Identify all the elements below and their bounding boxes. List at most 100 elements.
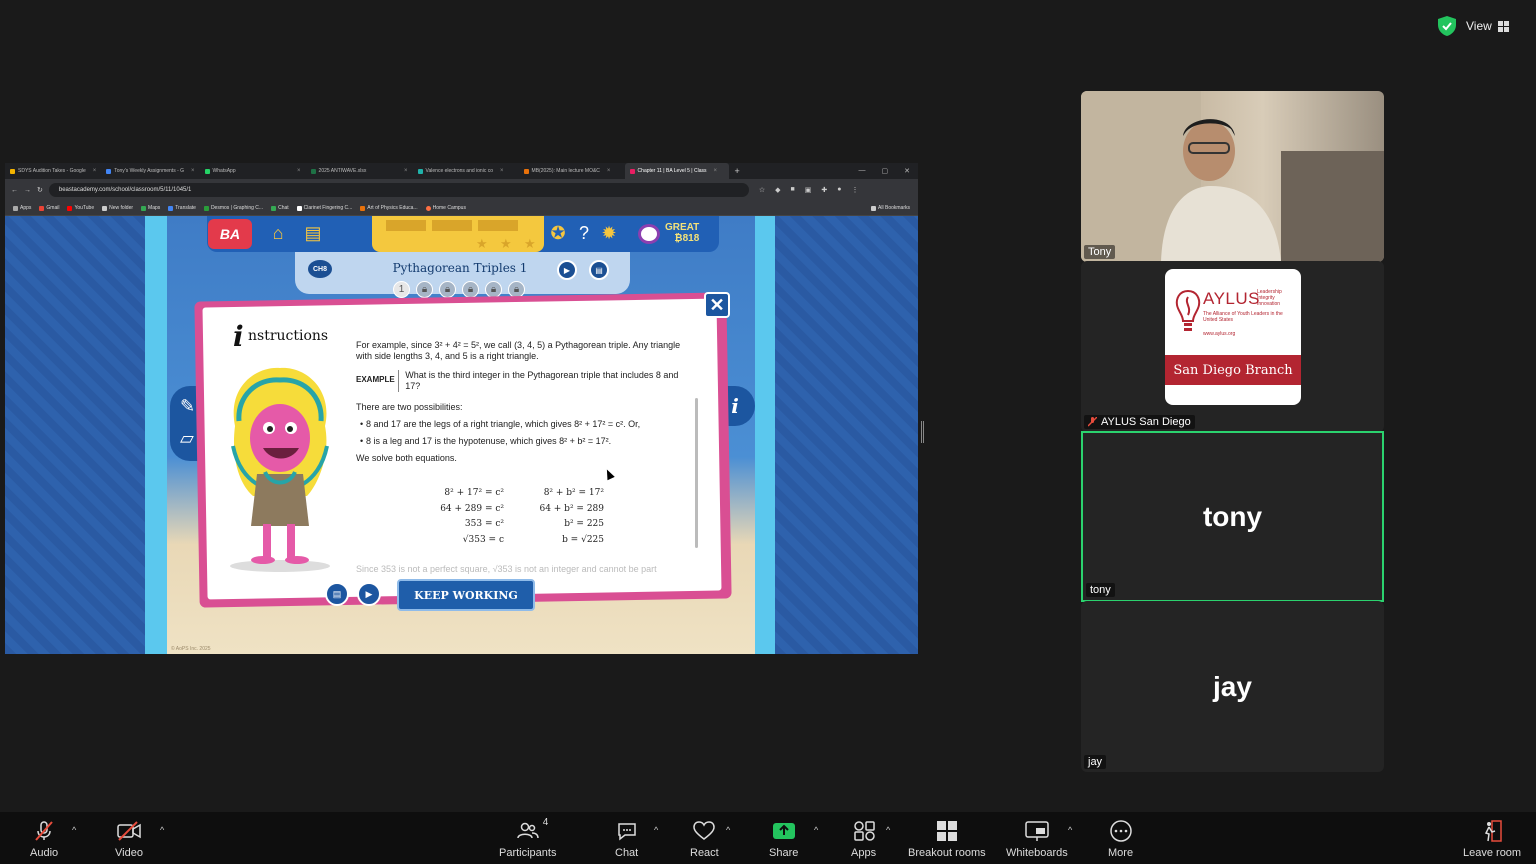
play-icon[interactable]: ▶: [557, 260, 577, 280]
example-text: What is the third integer in the Pythago…: [405, 370, 679, 391]
new-tab-icon[interactable]: +: [735, 166, 740, 176]
chevron-up-icon[interactable]: ^: [886, 825, 890, 835]
bookmark[interactable]: Home Campus: [425, 205, 466, 211]
chevron-up-icon[interactable]: ^: [1068, 825, 1072, 835]
view-button[interactable]: View: [1466, 14, 1509, 38]
video-button[interactable]: Video: [115, 819, 143, 859]
whiteboards-button[interactable]: Whiteboards: [1006, 819, 1068, 859]
browser-tab[interactable]: Valence electrons and ionic co ×: [413, 163, 519, 179]
audio-button[interactable]: Audio: [30, 819, 58, 859]
browser-tab[interactable]: WhatsApp ×: [200, 163, 306, 179]
settings-icon[interactable]: ✹: [598, 222, 620, 244]
participants-count: 4: [542, 817, 549, 828]
lesson-title: Pythagorean Triples 1: [392, 261, 528, 275]
star-icon[interactable]: ☆: [759, 186, 765, 194]
participants-label: Participants: [499, 847, 557, 859]
bullet-item: 8 is a leg and 17 is the hypotenuse, whi…: [356, 436, 691, 447]
background-pattern-right: [775, 216, 918, 654]
browser-tab[interactable]: SDYS Audition Takes - Google ×: [5, 163, 101, 179]
beast-academy-logo[interactable]: BA: [208, 219, 252, 249]
aylus-logo: AYLUS Leadership Integrity Innovation Th…: [1165, 269, 1301, 405]
page-dot-locked[interactable]: 🔒︎: [439, 281, 456, 298]
bookmark[interactable]: Art of Physics Educa...: [360, 205, 418, 211]
award-icon[interactable]: ✪: [547, 222, 569, 244]
reader-icon[interactable]: ▤: [589, 260, 609, 280]
menu-dots-icon[interactable]: ⋮: [852, 186, 859, 194]
chevron-up-icon[interactable]: ^: [160, 825, 164, 835]
home-icon[interactable]: ⌂: [267, 222, 289, 244]
aylus-tagline: Leadership Integrity Innovation: [1257, 289, 1282, 307]
reader-icon[interactable]: ▤: [325, 582, 349, 606]
chevron-up-icon[interactable]: ^: [814, 825, 818, 835]
minimize-icon[interactable]: —: [859, 167, 866, 175]
avatar-icon[interactable]: [638, 224, 660, 244]
bookmark[interactable]: YouTube: [67, 205, 94, 211]
book-icon[interactable]: ▤: [302, 222, 324, 244]
shield-check-icon[interactable]: [1438, 16, 1456, 36]
chevron-up-icon[interactable]: ^: [72, 825, 76, 835]
extension-icon[interactable]: ■: [791, 186, 795, 194]
forward-icon[interactable]: →: [24, 187, 31, 194]
reload-icon[interactable]: ↻: [37, 186, 43, 194]
puzzle-icon[interactable]: ✚: [821, 186, 827, 194]
all-bookmarks[interactable]: All Bookmarks: [871, 205, 910, 211]
back-icon[interactable]: ←: [11, 187, 18, 194]
page-dot-locked[interactable]: 🔒︎: [416, 281, 433, 298]
bookmarks-bar: Apps Gmail YouTube New folder Maps Trans…: [5, 201, 918, 216]
page-dot-current[interactable]: 1: [393, 281, 410, 298]
participant-tile[interactable]: jay jay: [1081, 601, 1384, 772]
bookmark[interactable]: Clarinet Fingering C...: [296, 205, 352, 211]
profile-icon[interactable]: ●: [837, 186, 841, 194]
leave-room-button[interactable]: Leave room: [1463, 819, 1521, 859]
example-box: EXAMPLE What is the third integer in the…: [356, 370, 691, 392]
heart-icon: [692, 819, 716, 843]
aylus-url: www.aylus.org: [1203, 331, 1236, 337]
bookmark[interactable]: Gmail: [39, 205, 59, 211]
chevron-up-icon[interactable]: ^: [726, 825, 730, 835]
chapter-badge[interactable]: CH8: [308, 260, 332, 278]
pencil-icon[interactable]: ✎: [180, 396, 195, 417]
help-icon[interactable]: ?: [573, 222, 595, 244]
chat-button[interactable]: Chat: [615, 819, 638, 859]
bookmark[interactable]: Desmos | Graphing C...: [203, 205, 263, 211]
apps-button[interactable]: Apps: [851, 819, 876, 859]
content-scrollbar[interactable]: [695, 398, 698, 548]
url-bar[interactable]: beastacademy.com/school/classroom/5/11/1…: [48, 183, 749, 197]
participant-tile-active-speaker[interactable]: tony tony: [1081, 431, 1384, 602]
keep-working-button[interactable]: KEEP WORKING: [397, 579, 535, 611]
points-value: ₿818: [674, 233, 700, 244]
participant-tile[interactable]: AYLUS Leadership Integrity Innovation Th…: [1081, 261, 1384, 432]
breakout-rooms-button[interactable]: Breakout rooms: [908, 819, 986, 859]
browser-tab-active[interactable]: Chapter 11 | BA Level 5 | Class ×: [624, 163, 729, 179]
restore-icon[interactable]: ▢: [882, 167, 889, 175]
browser-tab[interactable]: 2025 ANTIWAVE.xlsx ×: [306, 163, 413, 179]
extension-icon[interactable]: ◆: [775, 186, 780, 194]
shared-screen[interactable]: SDYS Audition Takes - Google × Tony's Wee…: [5, 163, 918, 654]
chevron-up-icon[interactable]: ^: [654, 825, 658, 835]
bookmark[interactable]: Maps: [141, 205, 160, 211]
browser-tab[interactable]: MB(2025): Main lecture MO&C ×: [519, 163, 625, 179]
eraser-icon[interactable]: ▱: [180, 428, 194, 449]
close-window-icon[interactable]: ✕: [904, 167, 910, 175]
play-icon[interactable]: ▶: [357, 582, 381, 606]
split-view-handle[interactable]: [921, 421, 924, 443]
browser-tab[interactable]: Tony's Weekly Assignments - G ×: [101, 163, 199, 179]
paragraph: We solve both equations.: [356, 453, 457, 463]
participant-tile[interactable]: Tony: [1081, 91, 1384, 262]
extension-icon[interactable]: ▣: [805, 186, 812, 194]
share-button[interactable]: Share: [769, 819, 798, 859]
bookmark[interactable]: Chat: [271, 205, 289, 211]
aylus-branch: San Diego Branch: [1165, 355, 1301, 385]
leave-door-icon: [1480, 819, 1504, 843]
bookmark[interactable]: Translate: [168, 205, 196, 211]
bookmark[interactable]: New folder: [102, 205, 133, 211]
participants-button[interactable]: 4 Participants: [499, 817, 557, 859]
tab-favicon-icon: [523, 168, 529, 174]
react-button[interactable]: React: [690, 819, 719, 859]
chat-icon: [616, 819, 638, 843]
more-button[interactable]: More: [1108, 819, 1133, 859]
close-icon[interactable]: ✕: [704, 292, 730, 318]
bookmark[interactable]: Apps: [13, 205, 31, 211]
equation-column-left: 8² + 17² = c² 64 + 289 = c² 353 = c² √35…: [440, 488, 504, 545]
page-dot-locked[interactable]: 🔒︎: [462, 281, 479, 298]
